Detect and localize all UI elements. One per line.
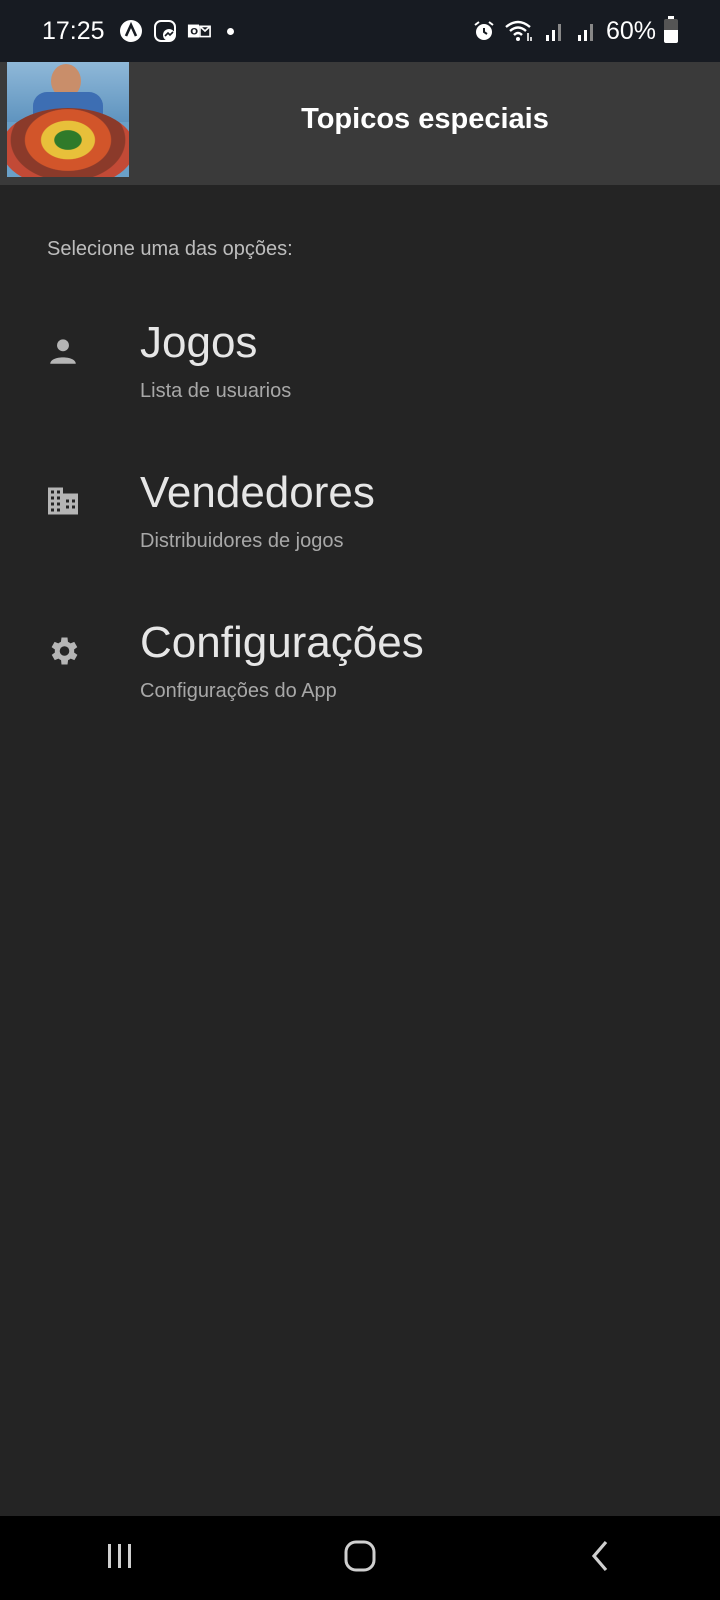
menu-item-title: Vendedores <box>140 468 375 517</box>
svg-text:O: O <box>190 27 198 38</box>
menu-item-subtitle: Lista de usuarios <box>140 380 292 402</box>
home-button[interactable] <box>320 1528 400 1588</box>
signal-icon <box>574 19 598 43</box>
app-a-icon <box>119 19 143 43</box>
menu-item-jogos[interactable]: Jogos Lista de usuarios <box>0 318 720 438</box>
options-prompt: Selecione uma das opções: <box>47 238 293 260</box>
recents-icon <box>105 1541 135 1576</box>
outlook-icon: O <box>187 19 211 43</box>
notification-dot <box>226 27 234 35</box>
menu-item-title: Jogos <box>140 318 258 367</box>
menu-item-subtitle: Configurações do App <box>140 680 337 702</box>
menu-item-subtitle: Distribuidores de jogos <box>140 530 344 552</box>
battery-percent: 60% <box>605 16 656 45</box>
building-icon <box>44 482 82 520</box>
status-bar: 17:25 O 60% <box>0 0 720 62</box>
system-nav-bar <box>0 1516 720 1600</box>
wifi-icon <box>504 19 534 43</box>
menu-item-title: Configurações <box>140 618 424 667</box>
home-icon <box>343 1539 377 1578</box>
signal-icon <box>542 19 566 43</box>
recents-button[interactable] <box>80 1528 160 1588</box>
app-bar: Topicos especiais <box>0 62 720 185</box>
battery-icon <box>664 16 678 43</box>
menu-item-configuracoes[interactable]: Configurações Configurações do App <box>0 618 720 738</box>
menu-item-vendedores[interactable]: Vendedores Distribuidores de jogos <box>0 468 720 588</box>
messenger-icon <box>153 19 177 43</box>
avatar[interactable] <box>7 62 129 177</box>
gear-icon <box>44 632 82 670</box>
back-icon <box>588 1539 612 1578</box>
person-icon <box>44 332 82 370</box>
status-time: 17:25 <box>42 16 105 45</box>
back-button[interactable] <box>560 1528 640 1588</box>
page-title: Topicos especiais <box>301 103 549 135</box>
alarm-icon <box>472 19 496 43</box>
